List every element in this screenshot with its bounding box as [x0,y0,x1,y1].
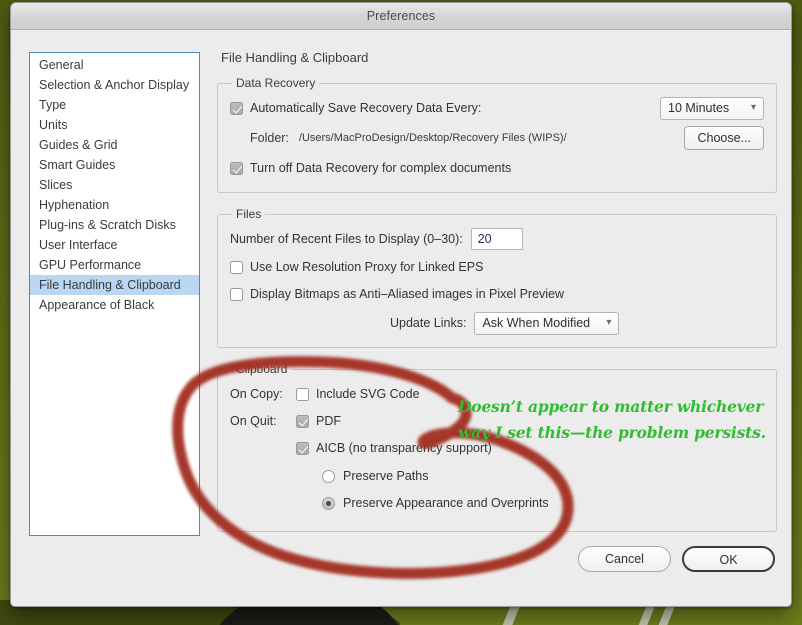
recovery-interval-value: 10 Minutes [668,101,730,115]
recovery-folder-row: Folder: /Users/MacProDesign/Desktop/Reco… [230,126,764,150]
preserve-appearance-radio[interactable] [322,496,335,510]
recovery-interval-select[interactable]: 10 Minutes ▾ [660,96,764,120]
aicb-row: AICB (no transparency support) [230,436,764,460]
turn-off-recovery-row: Turn off Data Recovery for complex docum… [230,156,764,180]
sidebar-item-plugins-scratch-disks[interactable]: Plug-ins & Scratch Disks [30,215,199,235]
files-legend: Files [236,207,262,221]
on-copy-row: On Copy: Include SVG Code [230,382,764,406]
data-recovery-group: Data Recovery Automatically Save Recover… [217,76,777,193]
sidebar-item-user-interface[interactable]: User Interface [30,235,199,255]
sidebar-item-guides-grid[interactable]: Guides & Grid [30,135,199,155]
aicb-label: AICB (no transparency support) [316,441,492,455]
preferences-window: Preferences General Selection & Anchor D… [10,2,792,607]
recent-files-row: Number of Recent Files to Display (0–30)… [230,227,764,251]
preserve-paths-radio[interactable] [322,469,335,483]
sidebar-item-slices[interactable]: Slices [30,175,199,195]
display-bitmaps-row: Display Bitmaps as Anti–Aliased images i… [230,282,764,306]
recovery-folder-label: Folder: [250,131,289,145]
auto-save-recovery-row: Automatically Save Recovery Data Every: … [230,96,764,120]
preferences-category-list[interactable]: General Selection & Anchor Display Type … [29,52,200,536]
window-body: General Selection & Anchor Display Type … [11,30,791,606]
on-copy-label: On Copy: [230,387,283,401]
sidebar-item-file-handling-clipboard[interactable]: File Handling & Clipboard [30,275,199,295]
turn-off-recovery-label: Turn off Data Recovery for complex docum… [250,161,512,175]
sidebar-item-gpu-performance[interactable]: GPU Performance [30,255,199,275]
low-res-proxy-label: Use Low Resolution Proxy for Linked EPS [250,260,484,274]
dialog-footer: Cancel OK [578,546,775,572]
ok-button[interactable]: OK [682,546,775,572]
display-bitmaps-checkbox[interactable] [230,287,243,301]
page-title: File Handling & Clipboard [221,50,369,65]
aicb-checkbox[interactable] [296,441,309,455]
preserve-appearance-label: Preserve Appearance and Overprints [343,496,549,510]
on-quit-label: On Quit: [230,414,277,428]
low-res-proxy-checkbox[interactable] [230,260,243,274]
update-links-value: Ask When Modified [482,316,591,330]
include-svg-label: Include SVG Code [316,387,420,401]
auto-save-recovery-label: Automatically Save Recovery Data Every: [250,101,482,115]
preserve-paths-label: Preserve Paths [343,469,429,483]
sidebar-item-appearance-of-black[interactable]: Appearance of Black [30,295,199,315]
update-links-select[interactable]: Ask When Modified ▾ [474,311,620,335]
auto-save-recovery-checkbox[interactable] [230,101,243,115]
files-group: Files Number of Recent Files to Display … [217,207,777,348]
clipboard-legend: Clipboard [236,362,288,376]
turn-off-recovery-checkbox[interactable] [230,161,243,175]
clipboard-group: Clipboard On Copy: Include SVG Code On Q… [217,362,777,532]
sidebar-item-units[interactable]: Units [30,115,199,135]
choose-folder-button[interactable]: Choose... [684,126,764,150]
display-bitmaps-label: Display Bitmaps as Anti–Aliased images i… [250,287,565,301]
window-title: Preferences [366,9,436,23]
sidebar-item-type[interactable]: Type [30,95,199,115]
sidebar-item-hyphenation[interactable]: Hyphenation [30,195,199,215]
preferences-main-panel: File Handling & Clipboard Data Recovery … [217,50,777,546]
update-links-label: Update Links: [390,316,467,330]
chevron-down-icon: ▾ [750,102,756,113]
cancel-button[interactable]: Cancel [578,546,671,572]
sidebar-item-smart-guides[interactable]: Smart Guides [30,155,199,175]
preserve-paths-row: Preserve Paths [230,464,764,488]
window-titlebar[interactable]: Preferences [11,3,791,30]
recovery-folder-path: /Users/MacProDesign/Desktop/Recovery Fil… [298,132,567,144]
pdf-checkbox[interactable] [296,414,309,428]
low-res-proxy-row: Use Low Resolution Proxy for Linked EPS [230,255,764,279]
on-quit-row: On Quit: PDF [230,409,764,433]
recent-files-label: Number of Recent Files to Display (0–30)… [230,232,463,246]
update-links-row: Update Links: Ask When Modified ▾ [230,311,764,335]
chevron-down-icon: ▾ [606,317,612,328]
sidebar-item-general[interactable]: General [30,55,199,75]
recent-files-input[interactable] [470,228,523,250]
data-recovery-legend: Data Recovery [236,76,316,90]
preserve-appearance-row: Preserve Appearance and Overprints [230,491,764,515]
include-svg-checkbox[interactable] [296,387,309,401]
sidebar-item-selection-anchor-display[interactable]: Selection & Anchor Display [30,75,199,95]
pdf-label: PDF [316,414,341,428]
